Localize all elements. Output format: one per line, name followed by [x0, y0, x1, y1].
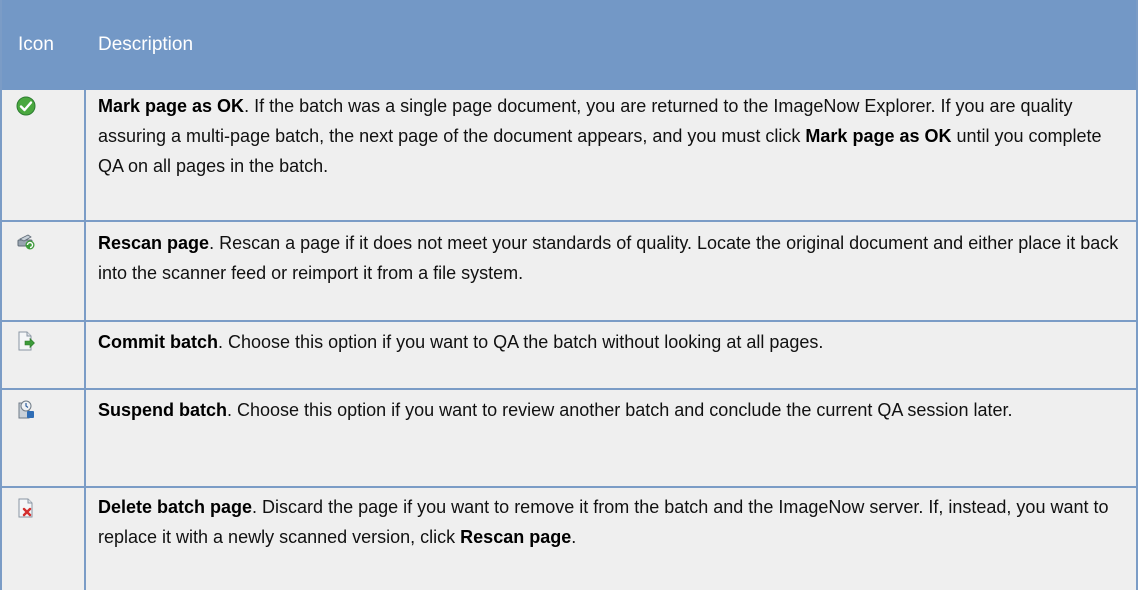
row-title: Commit batch	[98, 332, 219, 352]
header-description-column: Description	[86, 0, 1136, 90]
row-text: .	[571, 527, 577, 547]
suspend-icon	[18, 400, 34, 419]
row-text: . Choose this option if you want to QA t…	[218, 332, 824, 352]
icon-description-table: Icon Description Mark page as OK. If the…	[0, 0, 1138, 590]
table-row: Delete batch page. Discard the page if y…	[2, 488, 1136, 590]
row-title: Mark page as OK	[98, 96, 245, 116]
table-row: Commit batch. Choose this option if you …	[2, 322, 1136, 390]
row-text: . Choose this option if you want to revi…	[227, 400, 1013, 420]
delete-page-icon	[18, 498, 33, 518]
inline-command: Mark page as OK	[805, 126, 952, 146]
description-cell: Delete batch page. Discard the page if y…	[86, 492, 1136, 552]
table-row: Suspend batch. Choose this option if you…	[2, 390, 1136, 488]
icon-cell	[2, 488, 86, 590]
inline-command: Rescan page	[460, 527, 572, 547]
description-cell: Mark page as OK. If the batch was a sing…	[86, 91, 1136, 181]
table-row: Mark page as OK. If the batch was a sing…	[2, 90, 1136, 222]
icon-cell	[2, 390, 86, 486]
description-cell: Suspend batch. Choose this option if you…	[86, 395, 1136, 425]
description-cell: Rescan page. Rescan a page if it does no…	[86, 228, 1136, 288]
row-title: Delete batch page	[98, 497, 253, 517]
table-row: Rescan page. Rescan a page if it does no…	[2, 222, 1136, 322]
row-title: Rescan page	[98, 233, 210, 253]
icon-cell	[2, 222, 86, 320]
rescan-icon	[17, 234, 35, 250]
header-icon-column: Icon	[2, 0, 86, 90]
icon-cell	[2, 90, 86, 220]
check-icon	[16, 96, 36, 116]
description-cell: Commit batch. Choose this option if you …	[86, 327, 1136, 357]
commit-icon	[18, 331, 35, 351]
row-title: Suspend batch	[98, 400, 228, 420]
row-text: . Rescan a page if it does not meet your…	[98, 233, 1119, 283]
icon-cell	[2, 322, 86, 388]
